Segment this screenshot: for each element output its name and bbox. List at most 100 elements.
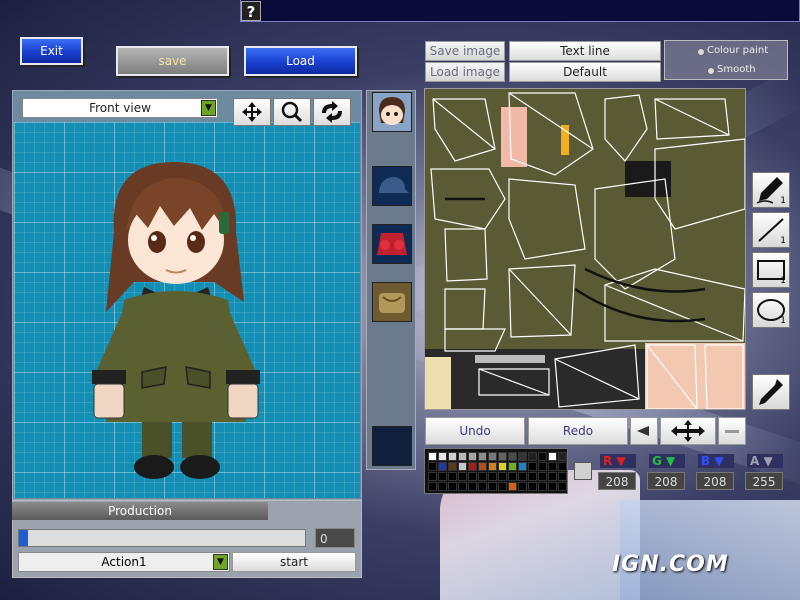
redo-button[interactable]: Redo bbox=[528, 417, 628, 445]
palette-swatch[interactable] bbox=[528, 462, 537, 471]
part-hat-thumb[interactable] bbox=[372, 166, 412, 206]
palette-swatch[interactable] bbox=[428, 482, 437, 491]
palette-swatch[interactable] bbox=[558, 452, 567, 461]
alpha-channel-tag[interactable]: A ▼ bbox=[747, 454, 783, 468]
eyedropper-tool-button[interactable] bbox=[752, 374, 790, 410]
palette-swatch[interactable] bbox=[558, 482, 567, 491]
palette-swatch[interactable] bbox=[518, 482, 527, 491]
palette-swatch[interactable] bbox=[558, 472, 567, 481]
palette-swatch[interactable] bbox=[538, 482, 547, 491]
palette-swatch[interactable] bbox=[508, 452, 517, 461]
palette-swatch[interactable] bbox=[518, 462, 527, 471]
palette-swatch[interactable] bbox=[498, 482, 507, 491]
load-image-button[interactable]: Load image bbox=[425, 62, 505, 82]
palette-swatch[interactable] bbox=[538, 462, 547, 471]
palette-swatch[interactable] bbox=[518, 452, 527, 461]
palette-swatch[interactable] bbox=[508, 482, 517, 491]
palette-swatch[interactable] bbox=[488, 472, 497, 481]
blue-channel-value[interactable]: 208 bbox=[696, 472, 734, 490]
palette-swatch[interactable] bbox=[488, 462, 497, 471]
palette-swatch[interactable] bbox=[468, 472, 477, 481]
save-image-button[interactable]: Save image bbox=[425, 41, 505, 61]
ellipse-tool-button[interactable]: 1 bbox=[752, 292, 790, 328]
palette-swatch[interactable] bbox=[518, 472, 527, 481]
palette-swatch[interactable] bbox=[548, 452, 557, 461]
move-texture-button[interactable] bbox=[660, 417, 716, 445]
rotate-view-button[interactable] bbox=[313, 98, 351, 126]
palette-swatch[interactable] bbox=[458, 462, 467, 471]
palette-swatch[interactable] bbox=[428, 462, 437, 471]
view-select[interactable]: Front view ▼ bbox=[22, 98, 218, 118]
red-channel-tag[interactable]: R ▼ bbox=[600, 454, 636, 468]
palette-swatch[interactable] bbox=[548, 472, 557, 481]
part-backpack-thumb[interactable] bbox=[372, 282, 412, 322]
palette-swatch[interactable] bbox=[448, 452, 457, 461]
palette-swatch[interactable] bbox=[508, 472, 517, 481]
load-button[interactable]: Load bbox=[244, 46, 357, 76]
palette-swatch[interactable] bbox=[538, 472, 547, 481]
palette-swatch[interactable] bbox=[528, 472, 537, 481]
palette-swatch[interactable] bbox=[548, 482, 557, 491]
part-empty-thumb[interactable] bbox=[372, 426, 412, 466]
palette-swatch[interactable] bbox=[478, 452, 487, 461]
undo-button[interactable]: Undo bbox=[425, 417, 525, 445]
palette-swatch[interactable] bbox=[438, 462, 447, 471]
palette-swatch[interactable] bbox=[488, 482, 497, 491]
palette-swatch[interactable] bbox=[478, 482, 487, 491]
text-line-button[interactable]: Text line bbox=[509, 41, 661, 61]
color-palette[interactable] bbox=[424, 448, 568, 494]
colour-paint-radio[interactable] bbox=[697, 48, 705, 56]
part-body-thumb[interactable] bbox=[372, 224, 412, 264]
palette-swatch[interactable] bbox=[488, 452, 497, 461]
palette-swatch[interactable] bbox=[538, 452, 547, 461]
smooth-radio[interactable] bbox=[707, 67, 715, 75]
palette-swatch[interactable] bbox=[438, 452, 447, 461]
palette-swatch[interactable] bbox=[478, 472, 487, 481]
palette-swatch[interactable] bbox=[458, 472, 467, 481]
exit-button[interactable]: Exit bbox=[20, 37, 83, 65]
palette-swatch[interactable] bbox=[498, 472, 507, 481]
texture-uv-canvas[interactable] bbox=[424, 88, 746, 410]
part-face-thumb[interactable] bbox=[372, 92, 412, 132]
pen-tool-button[interactable]: 1 bbox=[752, 172, 790, 208]
palette-swatch[interactable] bbox=[558, 462, 567, 471]
red-channel-value[interactable]: 208 bbox=[598, 472, 636, 490]
next-button[interactable] bbox=[718, 417, 746, 445]
palette-swatch[interactable] bbox=[528, 452, 537, 461]
model-preview-canvas[interactable] bbox=[14, 122, 360, 498]
palette-swatch[interactable] bbox=[438, 482, 447, 491]
move-view-button[interactable] bbox=[233, 98, 271, 126]
palette-swatch[interactable] bbox=[478, 462, 487, 471]
palette-swatch[interactable] bbox=[468, 462, 477, 471]
start-button[interactable]: start bbox=[232, 552, 356, 572]
green-channel-tag[interactable]: G ▼ bbox=[649, 454, 685, 468]
save-button[interactable]: save bbox=[116, 46, 229, 76]
palette-swatch[interactable] bbox=[448, 482, 457, 491]
palette-swatch[interactable] bbox=[438, 472, 447, 481]
line-tool-button[interactable]: 1 bbox=[752, 212, 790, 248]
rectangle-tool-button[interactable]: 1 bbox=[752, 252, 790, 288]
blue-channel-tag[interactable]: B ▼ bbox=[698, 454, 734, 468]
chevron-down-icon[interactable]: ▼ bbox=[201, 100, 216, 116]
palette-swatch[interactable] bbox=[498, 462, 507, 471]
chevron-down-icon[interactable]: ▼ bbox=[213, 554, 228, 570]
prev-button[interactable] bbox=[630, 417, 658, 445]
help-icon[interactable]: ? bbox=[241, 1, 261, 21]
palette-swatch[interactable] bbox=[448, 472, 457, 481]
palette-swatch[interactable] bbox=[528, 482, 537, 491]
zoom-view-button[interactable] bbox=[273, 98, 311, 126]
action-select[interactable]: Action1 ▼ bbox=[18, 552, 230, 572]
default-button[interactable]: Default bbox=[509, 62, 661, 82]
palette-swatch[interactable] bbox=[498, 452, 507, 461]
palette-swatch[interactable] bbox=[548, 462, 557, 471]
palette-swatch[interactable] bbox=[468, 482, 477, 491]
palette-swatch[interactable] bbox=[428, 472, 437, 481]
palette-swatch[interactable] bbox=[458, 482, 467, 491]
alpha-channel-value[interactable]: 255 bbox=[745, 472, 783, 490]
green-channel-value[interactable]: 208 bbox=[647, 472, 685, 490]
palette-swatch[interactable] bbox=[468, 452, 477, 461]
palette-swatch[interactable] bbox=[508, 462, 517, 471]
palette-swatch[interactable] bbox=[448, 462, 457, 471]
palette-swatch[interactable] bbox=[428, 452, 437, 461]
palette-swatch[interactable] bbox=[458, 452, 467, 461]
